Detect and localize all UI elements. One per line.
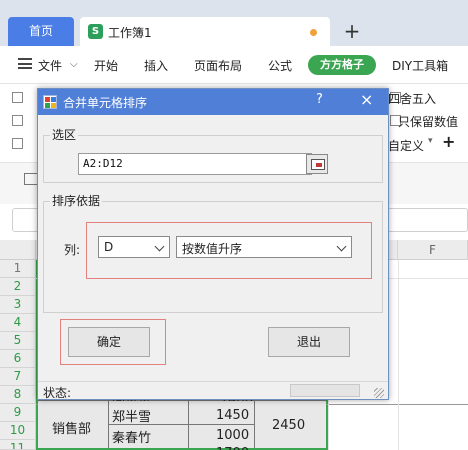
row-header-7[interactable]: 7 <box>0 368 36 386</box>
dialog-title: 合并单元格排序 <box>63 96 148 110</box>
status-progress <box>290 384 360 397</box>
row-header-11[interactable]: 11 <box>0 440 36 450</box>
menu-page-layout[interactable]: 页面布局 <box>194 57 242 74</box>
cell-total[interactable]: 2450 <box>272 418 305 433</box>
custom-label[interactable]: 自定义 <box>388 137 424 154</box>
row-header-8[interactable]: 8 <box>0 386 36 404</box>
toolbar-checkbox-1[interactable] <box>12 92 23 103</box>
cell-value-partial[interactable]: 1700 <box>216 446 249 450</box>
row-header-5[interactable]: 5 <box>0 332 36 350</box>
column-header-f[interactable]: F <box>398 240 468 260</box>
menu-formula[interactable]: 公式 <box>268 57 292 74</box>
range-group-title: 选区 <box>50 126 79 143</box>
close-button[interactable]: × <box>360 90 373 109</box>
exit-button[interactable]: 退出 <box>268 327 350 357</box>
ok-button[interactable]: 确定 <box>68 327 150 357</box>
order-select[interactable]: 按数值升序 <box>176 236 352 258</box>
menu-file[interactable]: 文件 <box>38 57 62 74</box>
title-bar: 首页 S 工作簿1 + <box>0 0 468 46</box>
chevron-down-icon <box>154 241 165 252</box>
sort-group-title: 排序依据 <box>50 192 103 209</box>
unsaved-dot-icon <box>310 29 317 36</box>
column-select-value: D <box>104 240 114 254</box>
menu-fangfang[interactable]: 方方格子 <box>308 55 376 75</box>
tab-workbook[interactable]: S 工作簿1 <box>80 17 330 46</box>
corner-cell[interactable] <box>0 240 36 260</box>
toolbar-checkbox-2[interactable] <box>12 115 23 126</box>
grid-app-icon <box>43 95 57 109</box>
resize-grip-icon[interactable] <box>374 388 384 398</box>
column-label: 列: <box>64 243 81 257</box>
cell-name-partial[interactable]: 朱雷 <box>112 446 138 450</box>
spreadsheet-icon: S <box>88 24 103 39</box>
tab-workbook-label: 工作簿1 <box>108 26 152 40</box>
ribbon-menu: 文件 ⌵ 开始 插入 页面布局 公式 方方格子 DIY工具箱 <box>0 46 468 84</box>
menu-diy-toolbox[interactable]: DIY工具箱 <box>392 57 448 74</box>
toolbar-checkbox-3[interactable] <box>12 138 23 149</box>
row-header-10[interactable]: 10 <box>0 422 36 440</box>
column-select[interactable]: D <box>98 236 170 258</box>
menu-start[interactable]: 开始 <box>94 57 118 74</box>
file-chevron-icon[interactable]: ⌵ <box>70 59 78 70</box>
order-select-value: 按数值升序 <box>182 242 243 256</box>
range-select-icon[interactable] <box>306 154 328 174</box>
dialog-title-bar[interactable]: 合并单元格排序 ? × <box>38 89 388 115</box>
row-header-6[interactable]: 6 <box>0 350 36 368</box>
custom-chevron-icon[interactable]: ▾ <box>428 136 433 146</box>
menu-hamburger-icon[interactable] <box>18 58 32 69</box>
row-header-9[interactable]: 9 <box>0 404 36 422</box>
keep-values-label[interactable]: 只保留数值 <box>398 113 458 130</box>
row-header-1[interactable]: 1 <box>0 260 36 278</box>
cell-border <box>38 400 326 401</box>
help-button[interactable]: ? <box>316 92 323 107</box>
add-icon[interactable]: + <box>442 132 455 151</box>
row-header-3[interactable]: 3 <box>0 296 36 314</box>
new-tab-button[interactable]: + <box>340 17 364 46</box>
print-icon[interactable] <box>24 173 38 185</box>
row-header-2[interactable]: 2 <box>0 278 36 296</box>
gridline <box>398 260 399 450</box>
row-header-4[interactable]: 4 <box>0 314 36 332</box>
cell-name[interactable]: 郑半雪 <box>112 406 151 425</box>
cell-border <box>254 401 255 448</box>
status-label: 状态: <box>43 386 72 400</box>
cell-department[interactable]: 销售部 <box>52 418 91 437</box>
tab-home[interactable]: 首页 <box>8 17 74 46</box>
dialog-status-bar: 状态: <box>38 381 388 400</box>
range-input[interactable]: A2:D12 <box>78 153 312 175</box>
round-label[interactable]: 四舍五入 <box>388 90 436 107</box>
cell-value[interactable]: 1000 <box>216 428 249 443</box>
chevron-down-icon <box>336 241 347 252</box>
cell-name[interactable]: 秦春竹 <box>112 427 151 446</box>
merge-sort-dialog: 合并单元格排序 ? × 选区 A2:D12 排序依据 列: D 按数值升序 确定… <box>37 88 389 400</box>
menu-insert[interactable]: 插入 <box>144 57 168 74</box>
cell-value[interactable]: 1450 <box>216 408 249 423</box>
